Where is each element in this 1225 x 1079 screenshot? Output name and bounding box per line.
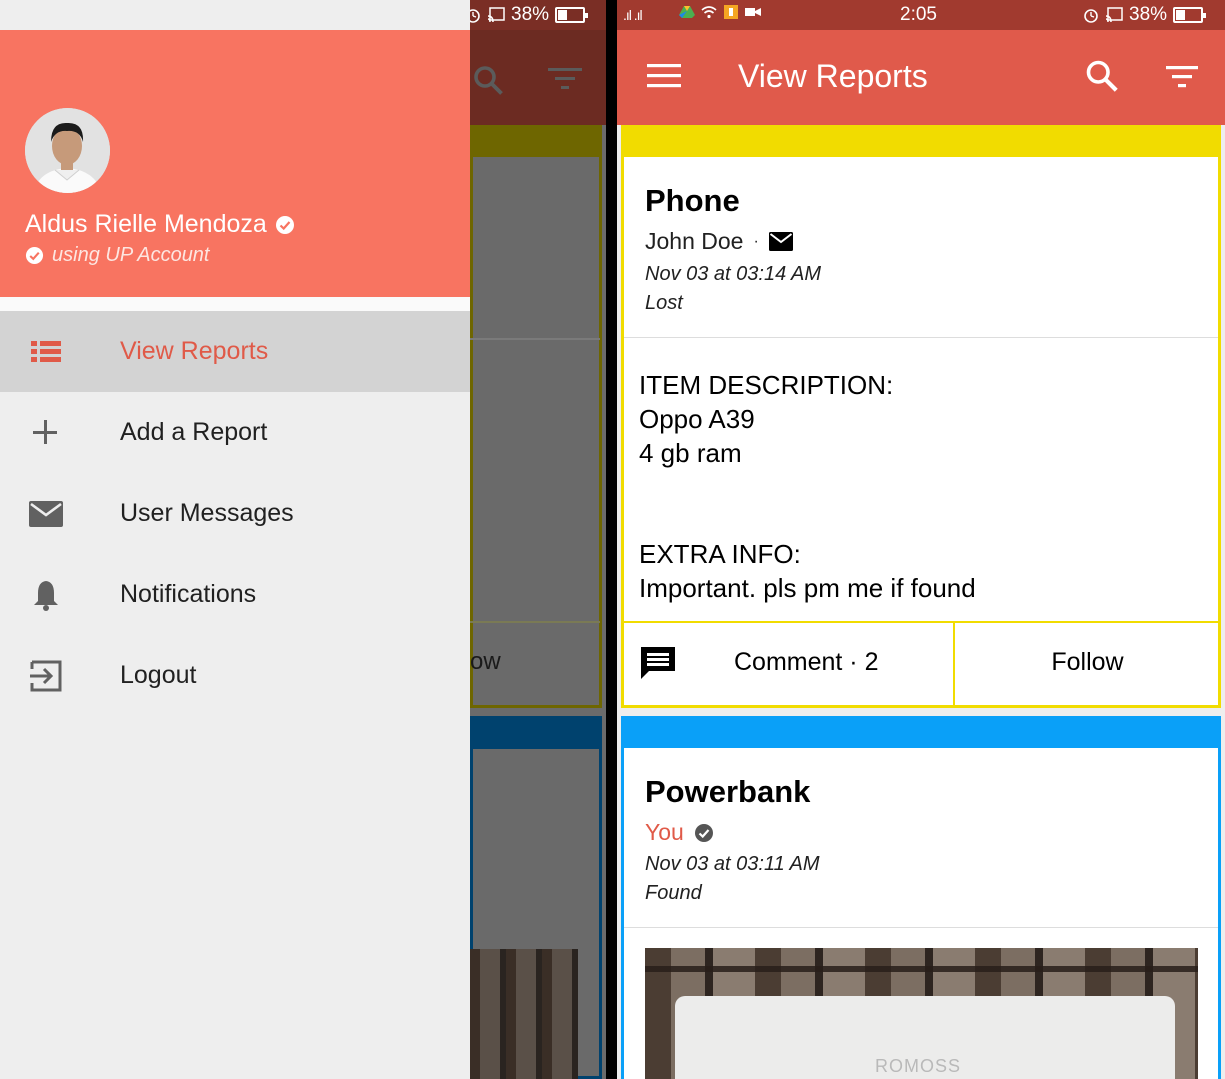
report-title: Powerbank: [645, 774, 811, 809]
avatar[interactable]: [25, 108, 110, 193]
report-status: Found: [645, 882, 702, 904]
drawer-spacer: [0, 297, 470, 311]
report-card[interactable]: Phone John Doe · Nov 03 at 03:14 AM Lost…: [621, 125, 1221, 708]
menu-item-user-messages[interactable]: User Messages: [0, 473, 470, 554]
status-time: 2:05: [900, 4, 937, 25]
extra-info: EXTRA INFO: Important. pls pm me if foun…: [639, 537, 976, 605]
video-icon: [745, 8, 761, 16]
card-status-stripe: [624, 125, 1218, 157]
background-filter-icon: [548, 68, 582, 89]
item-description-label: ITEM DESCRIPTION:: [639, 370, 894, 400]
comment-label: Comment · 2: [734, 648, 879, 676]
background-follow-text: ow: [470, 648, 501, 675]
report-author: John Doe ·: [645, 228, 793, 255]
left-screen: ow .ıl .ıl 2:05 38%: [0, 0, 606, 1079]
background-divider: [470, 338, 600, 340]
bell-icon: [34, 581, 58, 611]
status-right: 38%: [1083, 4, 1207, 26]
list-icon: [31, 341, 61, 362]
drive-icon: [679, 6, 695, 18]
report-photo[interactable]: ROMOSS: [645, 948, 1198, 1079]
cast-icon: [487, 7, 505, 23]
report-date: Nov 03 at 03:11 AM: [645, 853, 820, 875]
report-author-name[interactable]: John Doe: [645, 228, 743, 255]
signal-icon: .ıl .ıl: [623, 7, 643, 23]
menu-item-logout[interactable]: Logout: [0, 635, 470, 716]
menu-item-label: Add a Report: [120, 418, 268, 446]
verified-icon: [275, 215, 294, 234]
filter-icon[interactable]: [1166, 64, 1198, 90]
background-divider: [470, 621, 600, 623]
card-actions: Comment · 2 Follow: [624, 621, 1218, 705]
app-notification-icon: [724, 5, 738, 19]
item-description-line: Oppo A39: [639, 404, 755, 434]
report-status: Lost: [645, 292, 683, 314]
menu-item-label: View Reports: [120, 337, 269, 365]
menu-item-label: Logout: [120, 661, 197, 689]
user-name: Aldus Rielle Mendoza: [25, 210, 295, 239]
battery-icon: [1173, 7, 1207, 23]
verified-icon: [694, 823, 713, 842]
user-name-text: Aldus Rielle Mendoza: [25, 210, 267, 238]
navigation-drawer: Aldus Rielle Mendoza using UP Account Vi…: [0, 0, 470, 1079]
photo-brand-text: ROMOSS: [875, 1056, 962, 1076]
wifi-icon: [701, 6, 717, 19]
account-note: using UP Account: [25, 244, 210, 267]
menu-item-label: User Messages: [120, 499, 294, 527]
report-card[interactable]: Powerbank You Nov 03 at 03:11 AM Found R…: [621, 716, 1221, 1079]
mail-icon: [29, 501, 63, 527]
background-card-stripe: [470, 716, 602, 749]
comment-icon: [641, 647, 675, 679]
comment-button[interactable]: Comment · 2: [624, 623, 955, 705]
separator-dot: ·: [753, 232, 759, 250]
right-screen: .ıl .ıl 2:05 38% View Reports Phone John…: [617, 0, 1225, 1079]
check-circle-icon: [25, 246, 44, 265]
message-icon[interactable]: [768, 232, 793, 251]
background-card-stripe: [470, 125, 602, 157]
battery-percent: 38%: [511, 4, 550, 25]
background-photo: [470, 949, 578, 1079]
alarm-icon: [1084, 9, 1098, 23]
report-date: Nov 03 at 03:14 AM: [645, 263, 822, 285]
follow-button[interactable]: Follow: [957, 648, 1218, 677]
menu-item-view-reports[interactable]: View Reports: [0, 311, 470, 392]
battery-icon: [555, 7, 589, 23]
status-icons: [679, 5, 761, 19]
item-description-line: 4 gb ram: [639, 438, 742, 468]
hamburger-menu-icon[interactable]: [647, 63, 681, 89]
account-note-text: using UP Account: [52, 244, 210, 266]
drawer-menu: View Reports Add a Report User Messages …: [0, 311, 470, 716]
search-icon[interactable]: [1084, 58, 1120, 94]
card-status-stripe: [624, 716, 1218, 748]
menu-item-add-report[interactable]: Add a Report: [0, 392, 470, 473]
report-author-name[interactable]: You: [645, 819, 684, 846]
battery-percent: 38%: [1129, 4, 1168, 25]
background-search-icon: [474, 66, 503, 95]
plus-icon: [33, 420, 57, 444]
card-divider: [624, 337, 1218, 338]
item-description: ITEM DESCRIPTION: Oppo A39 4 gb ram: [639, 368, 893, 470]
menu-item-notifications[interactable]: Notifications: [0, 554, 470, 635]
cast-icon: [1105, 7, 1123, 23]
extra-info-label: EXTRA INFO:: [639, 539, 801, 569]
report-title: Phone: [645, 183, 740, 218]
extra-info-text: Important. pls pm me if found: [639, 573, 976, 603]
drawer-header: Aldus Rielle Mendoza using UP Account: [0, 30, 470, 297]
logout-icon: [30, 660, 62, 692]
card-divider: [624, 927, 1218, 928]
report-author: You: [645, 819, 714, 846]
app-toolbar: View Reports: [617, 30, 1225, 125]
menu-item-label: Notifications: [120, 580, 257, 608]
status-right: 38%: [465, 4, 589, 26]
page-title: View Reports: [738, 58, 928, 94]
status-bar: .ıl .ıl 2:05 38%: [617, 0, 1225, 30]
